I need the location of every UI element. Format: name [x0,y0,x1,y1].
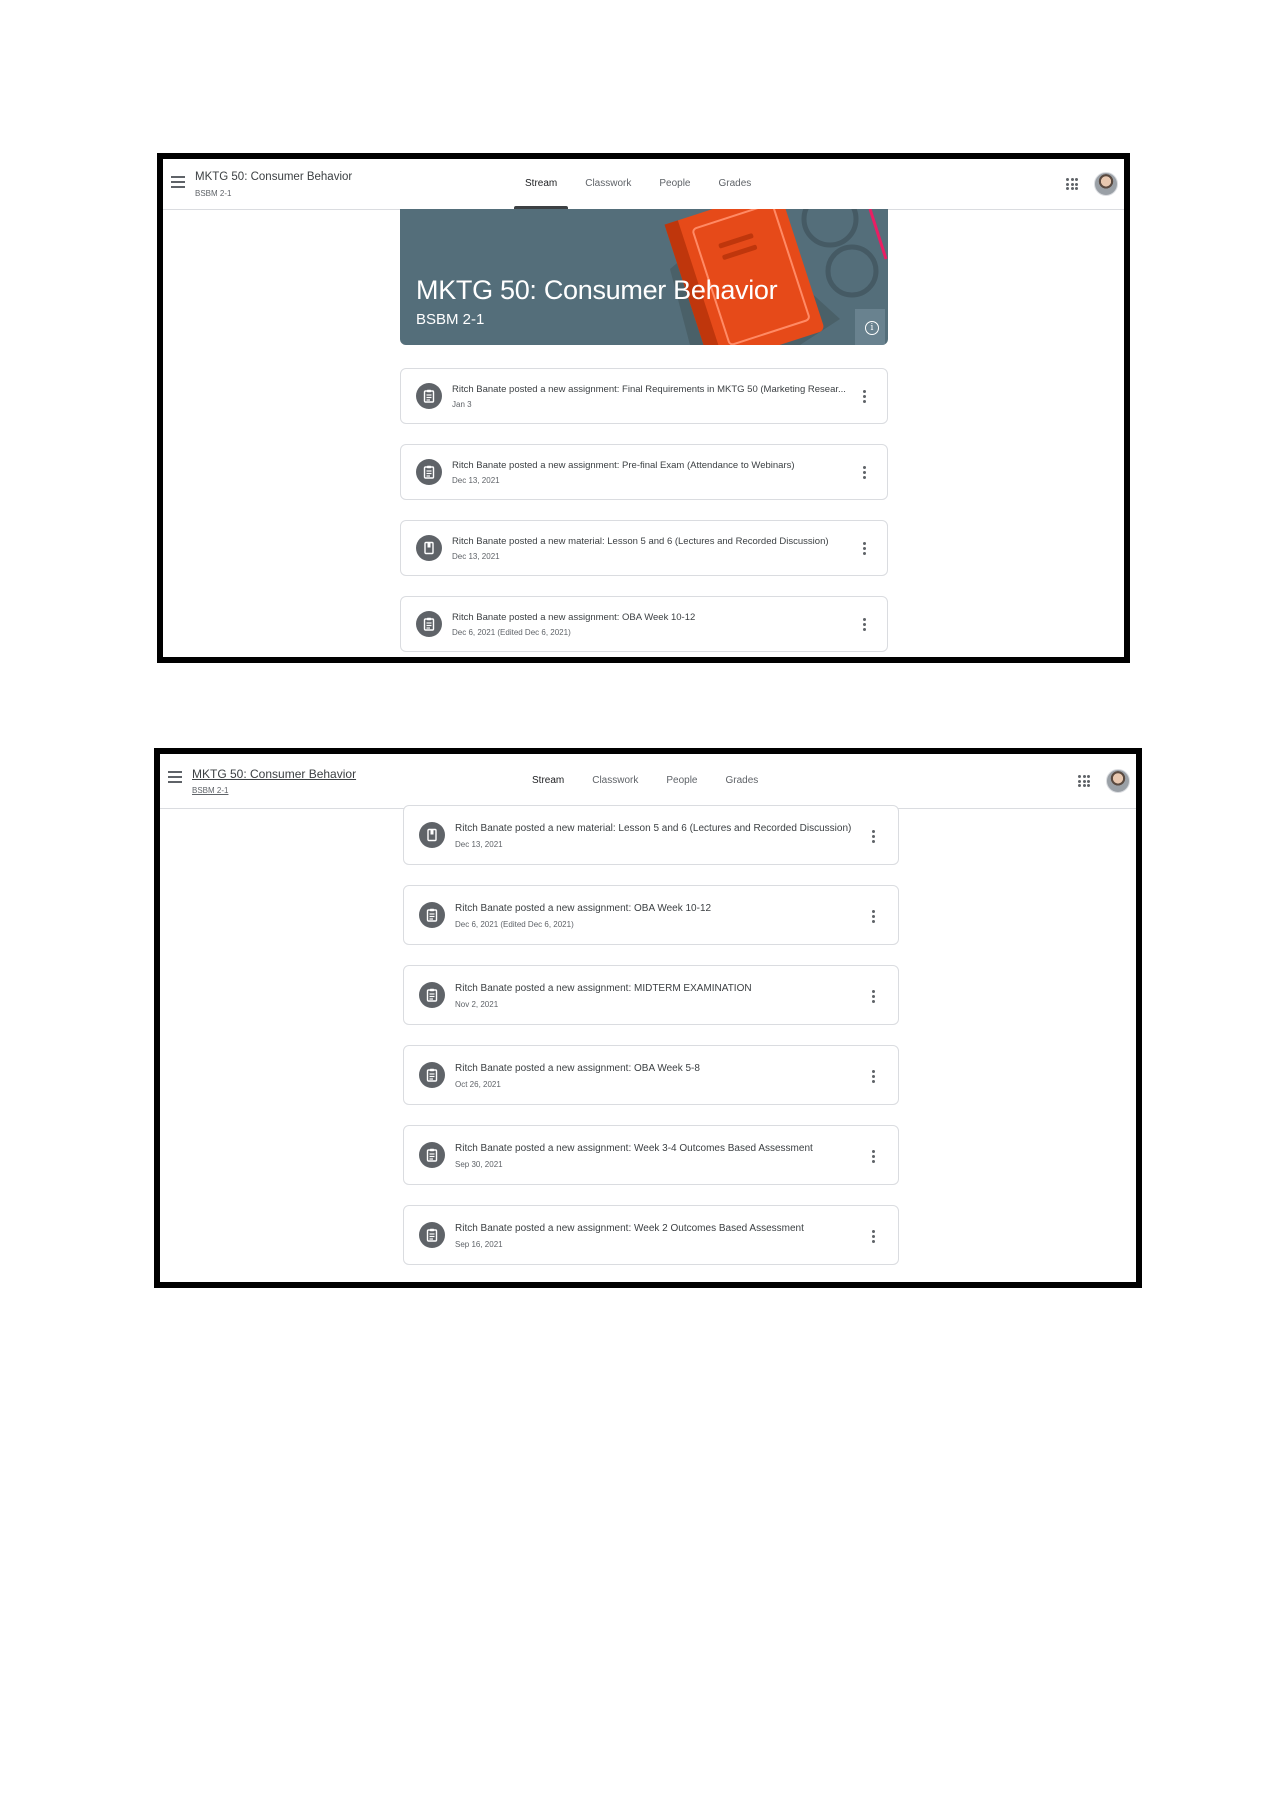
material-icon [419,822,445,848]
tab-classwork[interactable]: Classwork [578,754,652,808]
course-section-label: BSBM 2-1 [195,189,232,198]
banner-title: MKTG 50: Consumer Behavior [416,275,778,305]
class-banner: MKTG 50: Consumer Behavior BSBM 2-1 i [400,209,888,345]
stream-post[interactable]: Ritch Banate posted a new assignment: Pr… [400,444,888,500]
stream-post[interactable]: Ritch Banate posted a new assignment: Fi… [400,368,888,424]
post-date: Dec 13, 2021 [452,552,500,561]
more-options-icon[interactable] [872,830,876,845]
assignment-icon [416,383,442,409]
material-icon [416,535,442,561]
stream-post[interactable]: Ritch Banate posted a new assignment: OB… [403,1045,899,1105]
post-date: Dec 6, 2021 (Edited Dec 6, 2021) [452,628,571,637]
post-text: Ritch Banate posted a new material: Less… [452,536,829,547]
hamburger-menu-icon[interactable] [171,176,185,188]
stream-post[interactable]: Ritch Banate posted a new assignment: We… [403,1125,899,1185]
post-text: Ritch Banate posted a new assignment: We… [455,1223,804,1234]
post-text: Ritch Banate posted a new assignment: MI… [455,983,752,994]
assignment-icon [419,982,445,1008]
more-options-icon[interactable] [863,390,867,405]
avatar[interactable] [1094,172,1118,196]
tab-classwork[interactable]: Classwork [571,159,645,209]
post-date: Sep 16, 2021 [455,1240,503,1249]
more-options-icon[interactable] [872,1150,876,1165]
post-date: Dec 6, 2021 (Edited Dec 6, 2021) [455,920,574,929]
top-app-bar: MKTG 50: Consumer Behavior BSBM 2-1 Stre… [163,159,1124,210]
tab-grades[interactable]: Grades [705,159,766,209]
banner-subtitle: BSBM 2-1 [416,311,485,328]
course-section-label: BSBM 2-1 [192,786,229,795]
post-text: Ritch Banate posted a new assignment: Fi… [452,384,846,395]
assignment-icon [416,611,442,637]
avatar[interactable] [1106,769,1130,793]
tab-stream[interactable]: Stream [518,754,578,808]
post-date: Dec 13, 2021 [455,840,503,849]
tab-people[interactable]: People [645,159,704,209]
class-tabs: Stream Classwork People Grades [518,754,772,808]
tab-grades[interactable]: Grades [712,754,773,808]
course-title-link[interactable]: MKTG 50: Consumer Behavior [195,171,352,183]
post-text: Ritch Banate posted a new assignment: Pr… [452,460,795,471]
screenshot-frame-1: MKTG 50: Consumer Behavior BSBM 2-1 Stre… [157,153,1130,663]
more-options-icon[interactable] [872,910,876,925]
more-options-icon[interactable] [863,542,867,557]
assignment-icon [416,459,442,485]
post-text: Ritch Banate posted a new assignment: OB… [455,903,712,914]
stream-post[interactable]: Ritch Banate posted a new assignment: OB… [403,885,899,945]
stream-post[interactable]: Ritch Banate posted a new assignment: MI… [403,965,899,1025]
top-app-bar: MKTG 50: Consumer Behavior BSBM 2-1 Stre… [160,754,1136,809]
more-options-icon[interactable] [863,466,867,481]
stream-post[interactable]: Ritch Banate posted a new assignment: We… [403,1205,899,1265]
google-apps-icon[interactable] [1078,775,1090,787]
post-date: Dec 13, 2021 [452,476,500,485]
post-date: Oct 26, 2021 [455,1080,501,1089]
hamburger-menu-icon[interactable] [168,771,182,783]
assignment-icon [419,1142,445,1168]
post-date: Nov 2, 2021 [455,1000,499,1009]
post-text: Ritch Banate posted a new material: Less… [455,823,852,834]
tab-stream[interactable]: Stream [511,159,571,209]
google-apps-icon[interactable] [1066,178,1078,190]
more-options-icon[interactable] [872,1070,876,1085]
assignment-icon [419,1062,445,1088]
info-icon[interactable]: i [865,321,879,335]
assignment-icon [419,902,445,928]
post-text: Ritch Banate posted a new assignment: OB… [452,612,696,623]
stream-post[interactable]: Ritch Banate posted a new material: Less… [403,805,899,865]
post-date: Jan 3 [452,400,472,409]
post-text: Ritch Banate posted a new assignment: OB… [455,1063,700,1074]
post-date: Sep 30, 2021 [455,1160,503,1169]
assignment-icon [419,1222,445,1248]
stream-post[interactable]: Ritch Banate posted a new material: Less… [400,520,888,576]
course-title-link[interactable]: MKTG 50: Consumer Behavior [192,767,356,781]
more-options-icon[interactable] [863,618,867,633]
screenshot-frame-2: MKTG 50: Consumer Behavior BSBM 2-1 Stre… [154,748,1142,1288]
stream-post[interactable]: Ritch Banate posted a new assignment: OB… [400,596,888,652]
tab-people[interactable]: People [652,754,711,808]
more-options-icon[interactable] [872,990,876,1005]
class-tabs: Stream Classwork People Grades [511,159,765,209]
post-text: Ritch Banate posted a new assignment: We… [455,1143,813,1154]
more-options-icon[interactable] [872,1230,876,1245]
